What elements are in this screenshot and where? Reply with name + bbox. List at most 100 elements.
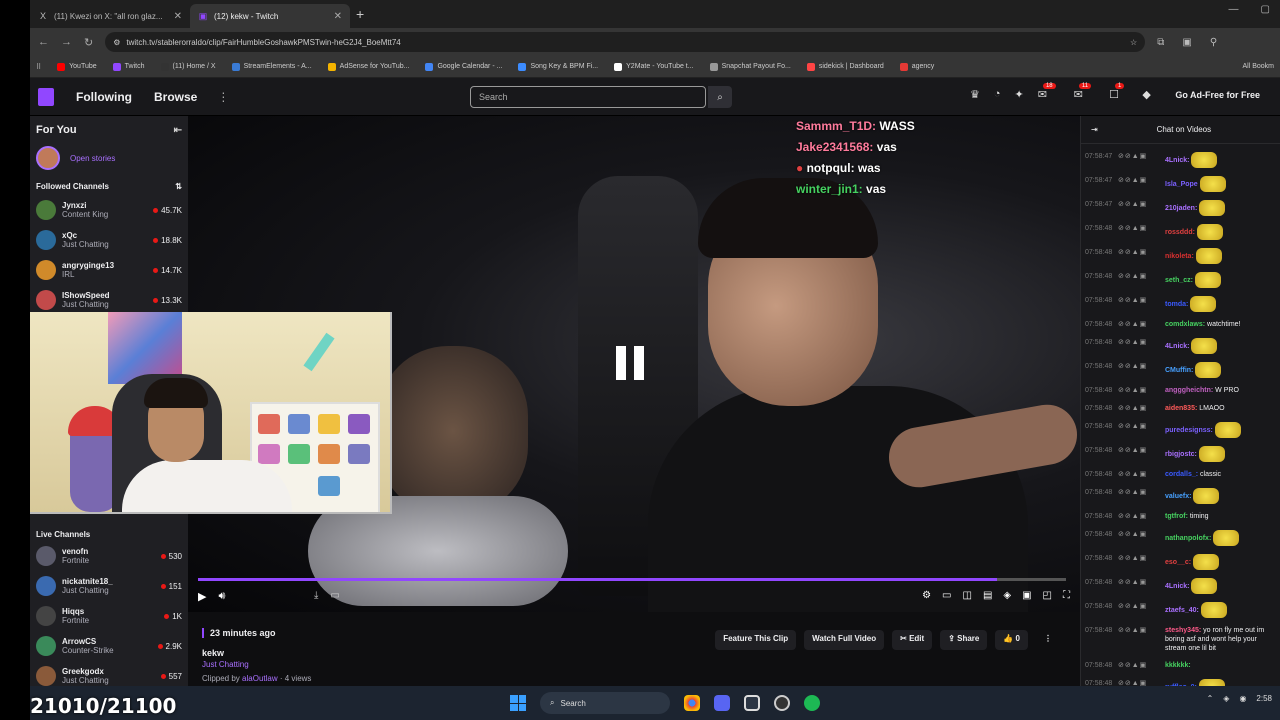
browser-tab[interactable]: X (11) Kwezi on X: "all ron glaz... ✕ xyxy=(30,4,190,28)
chat-username[interactable]: comdxlaws: xyxy=(1165,321,1205,328)
bookmark-item[interactable]: AdSense for YouTub... xyxy=(327,62,409,71)
play-icon[interactable]: ▶ xyxy=(198,590,206,603)
sidepanel-icon[interactable]: ▣ xyxy=(1182,37,1191,48)
clipper-link[interactable]: alaOutlaw xyxy=(242,674,278,683)
bits-icon[interactable]: ◆ xyxy=(1142,88,1150,101)
chat-username[interactable]: rossddd: xyxy=(1165,229,1195,236)
bookmark-item[interactable]: Song Key & BPM Fi... xyxy=(518,62,598,71)
bookmark-item[interactable]: sidekick | Dashboard xyxy=(806,62,884,71)
inbox-icon[interactable]: ☐1 xyxy=(1109,83,1128,101)
network-icon[interactable]: ◈ xyxy=(1223,694,1229,703)
followed-channel-item[interactable]: Jynxzi Content King 45.7K xyxy=(30,195,188,225)
mod-tools-icon[interactable]: ⊘⊘▲▣ xyxy=(1118,602,1162,611)
followed-channel-item[interactable]: IShowSpeed Just Chatting 13.3K xyxy=(30,285,188,315)
settings-gear-icon[interactable]: ⚙ xyxy=(922,590,931,601)
pause-icon[interactable] xyxy=(616,346,644,380)
spotify-icon[interactable] xyxy=(804,695,820,711)
mod-tools-icon[interactable]: ⊘⊘▲▣ xyxy=(1118,152,1162,161)
forward-icon[interactable]: → xyxy=(61,36,72,48)
chat-username[interactable]: nathanpolofx: xyxy=(1165,535,1211,542)
chat-username[interactable]: cordalls_: xyxy=(1165,471,1198,478)
clip-category-link[interactable]: Just Chatting xyxy=(202,660,249,669)
mod-tools-icon[interactable]: ⊘⊘▲▣ xyxy=(1118,679,1162,686)
open-stories[interactable]: Open stories xyxy=(30,144,188,172)
chat-username[interactable]: Isla_Pope xyxy=(1165,181,1198,188)
mod-tools-icon[interactable]: ⊘⊘▲▣ xyxy=(1118,404,1162,413)
ad-free-button[interactable]: Go Ad-Free for Free xyxy=(1175,90,1260,100)
capcut-icon[interactable] xyxy=(744,695,760,711)
url-field[interactable]: ⚙ twitch.tv/stablerorraldo/clip/FairHumb… xyxy=(105,32,1146,52)
taskbar-search[interactable]: ⌕ Search xyxy=(540,692,670,714)
mod-tools-icon[interactable]: ⊘⊘▲▣ xyxy=(1118,296,1162,305)
mod-tools-icon[interactable]: ⊘⊘▲▣ xyxy=(1118,248,1162,257)
mod-tools-icon[interactable]: ⊘⊘▲▣ xyxy=(1118,320,1162,329)
bookmark-item[interactable]: agency xyxy=(899,62,934,71)
extension-icon[interactable]: ✦ xyxy=(1015,88,1024,101)
chat-username[interactable]: seth_cz: xyxy=(1165,277,1193,284)
quality-icon[interactable]: ◈ xyxy=(1003,590,1011,601)
chat-username[interactable]: 4Lnick: xyxy=(1165,583,1190,590)
chat-username[interactable]: rbigjostc: xyxy=(1165,451,1197,458)
chat-username[interactable]: 210jaden: xyxy=(1165,205,1197,212)
crown-icon[interactable]: ♛ xyxy=(970,88,980,101)
chat-username[interactable]: eso__c: xyxy=(1165,559,1191,566)
chat-username[interactable]: tomda: xyxy=(1165,301,1188,308)
site-info-icon[interactable]: ⚙ xyxy=(113,38,120,47)
chat-username[interactable]: 4Lnick: xyxy=(1165,157,1190,164)
volume-icon[interactable]: 🔊︎ xyxy=(218,590,225,603)
sort-icon[interactable]: ⇅ xyxy=(175,182,182,191)
mod-tools-icon[interactable]: ⊘⊘▲▣ xyxy=(1118,272,1162,281)
twitch-logo-icon[interactable] xyxy=(38,87,54,106)
reload-icon[interactable]: ↻ xyxy=(84,36,93,49)
clip-icon[interactable]: ▭ xyxy=(330,590,339,601)
live-channel-item[interactable]: Hiqqs Fortnite 1K xyxy=(30,601,188,631)
theatre-mode-icon[interactable]: ▭ xyxy=(942,590,951,601)
close-icon[interactable]: ✕ xyxy=(334,11,342,22)
mod-tools-icon[interactable]: ⊘⊘▲▣ xyxy=(1118,554,1162,563)
chat-username[interactable]: steshy345: xyxy=(1165,627,1201,634)
bookmark-item[interactable]: Snapchat Payout Fo... xyxy=(709,62,791,71)
mod-tools-icon[interactable]: ⊘⊘▲▣ xyxy=(1118,362,1162,371)
chat-username[interactable]: valuefx: xyxy=(1165,493,1191,500)
download-icon[interactable]: ⤓ xyxy=(314,590,318,601)
nav-following[interactable]: Following xyxy=(76,90,132,104)
drops-icon[interactable]: ◔ xyxy=(994,88,1001,101)
mod-tools-icon[interactable]: ⊘⊘▲▣ xyxy=(1118,470,1162,479)
chat-username[interactable]: puredesignss: xyxy=(1165,427,1213,434)
chat-username[interactable]: CMuffin: xyxy=(1165,367,1193,374)
mod-tools-icon[interactable]: ⊘⊘▲▣ xyxy=(1118,488,1162,497)
profile-icon[interactable]: ⚲ xyxy=(1210,37,1217,48)
collapse-sidebar-icon[interactable]: ⇤ xyxy=(174,125,182,136)
edit-button[interactable]: ✂ Edit xyxy=(892,630,933,650)
cast-icon[interactable]: ◰ xyxy=(1043,590,1052,601)
chat-username[interactable]: angggheichtn: xyxy=(1165,387,1213,394)
followed-channel-item[interactable]: angryginge13 IRL 14.7K xyxy=(30,255,188,285)
browser-tab-active[interactable]: ▣ (12) kekw - Twitch ✕ xyxy=(190,4,350,28)
search-button[interactable]: ⌕ xyxy=(708,86,732,108)
back-icon[interactable]: ← xyxy=(38,36,49,48)
collapse-chat-icon[interactable]: ⇥ xyxy=(1091,125,1098,134)
notifications-icon[interactable]: ✉18 xyxy=(1038,83,1060,101)
mod-tools-icon[interactable]: ⊘⊘▲▣ xyxy=(1118,338,1162,347)
bookmark-item[interactable]: Y2Mate - YouTube t... xyxy=(614,62,694,71)
watch-full-video-button[interactable]: Watch Full Video xyxy=(804,630,885,650)
maximize-icon[interactable]: ▢ xyxy=(1261,4,1270,15)
pip-icon[interactable]: ◫ xyxy=(962,590,971,601)
mod-tools-icon[interactable]: ⊘⊘▲▣ xyxy=(1118,512,1162,521)
mod-tools-icon[interactable]: ⊘⊘▲▣ xyxy=(1118,422,1162,431)
volume-icon[interactable]: ◉ xyxy=(1239,694,1246,703)
chat-username[interactable]: tgtfrof: xyxy=(1165,513,1188,520)
extensions-icon[interactable]: ⧉ xyxy=(1157,37,1164,48)
mod-tools-icon[interactable]: ⊘⊘▲▣ xyxy=(1118,446,1162,455)
live-channel-item[interactable]: nickatnite18_ Just Chatting 151 xyxy=(30,571,188,601)
new-tab-button[interactable]: + xyxy=(356,6,364,22)
like-button[interactable]: 👍 0 xyxy=(995,630,1028,650)
more-options-icon[interactable]: ⋮ xyxy=(1036,630,1060,650)
bookmark-item[interactable]: Twitch xyxy=(112,62,145,71)
chat-username[interactable]: nikoleta: xyxy=(1165,253,1194,260)
minimize-icon[interactable]: — xyxy=(1229,4,1239,15)
tray-chevron-icon[interactable]: ⌃ xyxy=(1207,694,1214,703)
video-progress-bar[interactable] xyxy=(198,578,1066,581)
chat-username[interactable]: kkkkkk: xyxy=(1165,662,1191,669)
close-icon[interactable]: ✕ xyxy=(174,11,182,22)
